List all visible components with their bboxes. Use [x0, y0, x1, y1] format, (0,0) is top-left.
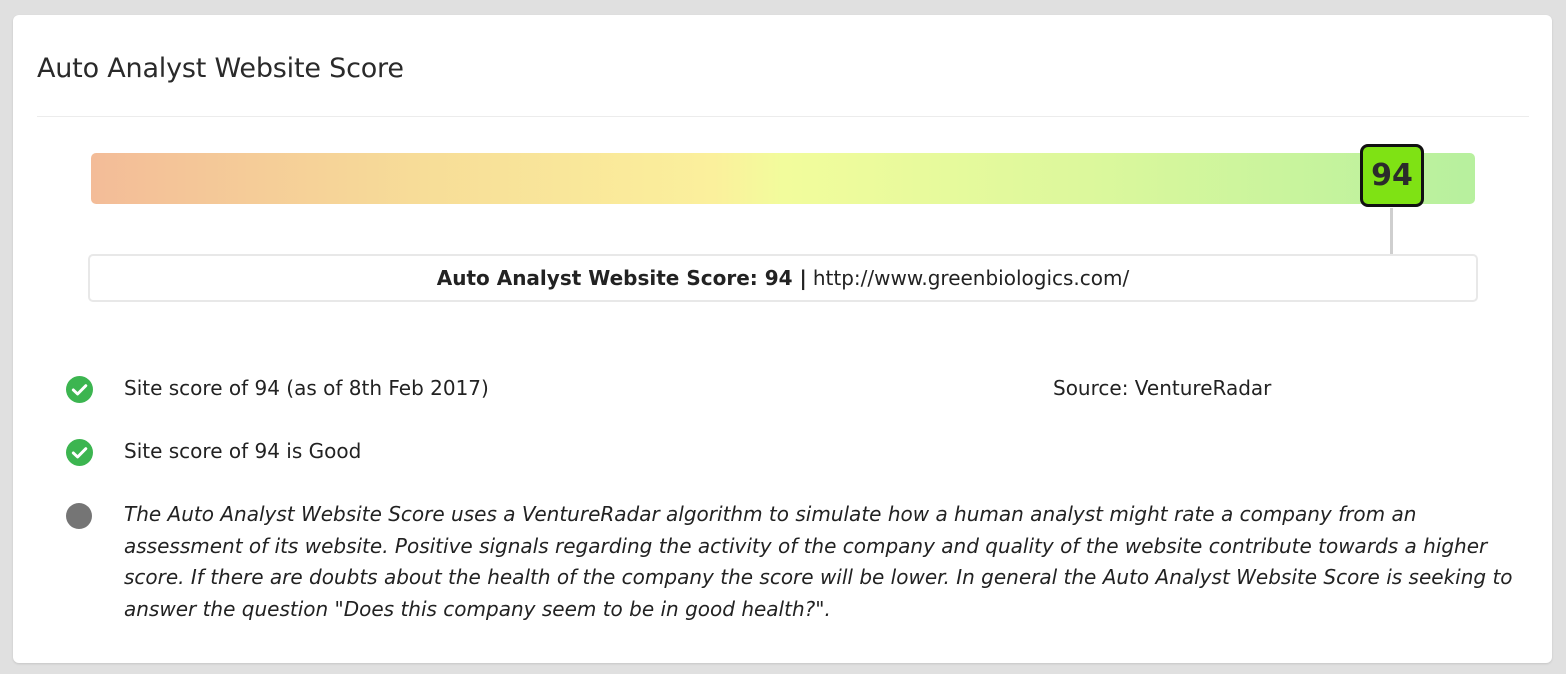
- score-caption-separator: |: [799, 266, 807, 290]
- score-marker-badge: 94: [1359, 144, 1424, 207]
- score-explanation-note: The Auto Analyst Website Score uses a Ve…: [124, 502, 1513, 621]
- gray-dot-icon: [66, 503, 92, 529]
- score-caption: Auto Analyst Website Score: 94 | http://…: [88, 254, 1478, 302]
- card-title: Auto Analyst Website Score: [37, 53, 404, 84]
- score-marker-line: [1390, 208, 1394, 254]
- website-score-card: Auto Analyst Website Score 94 Auto Analy…: [13, 15, 1552, 663]
- check-circle-icon: [66, 439, 93, 466]
- site-score-rating-text: Site score of 94 is Good: [124, 439, 362, 463]
- title-divider: [37, 116, 1529, 117]
- score-caption-label: Auto Analyst Website Score: 94: [436, 266, 793, 290]
- site-score-date-text: Site score of 94 (as of 8th Feb 2017): [124, 376, 489, 400]
- check-circle-icon: [66, 376, 93, 403]
- source-text: Source: VentureRadar: [1053, 376, 1272, 400]
- score-caption-url[interactable]: http://www.greenbiologics.com/: [813, 266, 1129, 290]
- score-gradient-bar: [91, 153, 1475, 204]
